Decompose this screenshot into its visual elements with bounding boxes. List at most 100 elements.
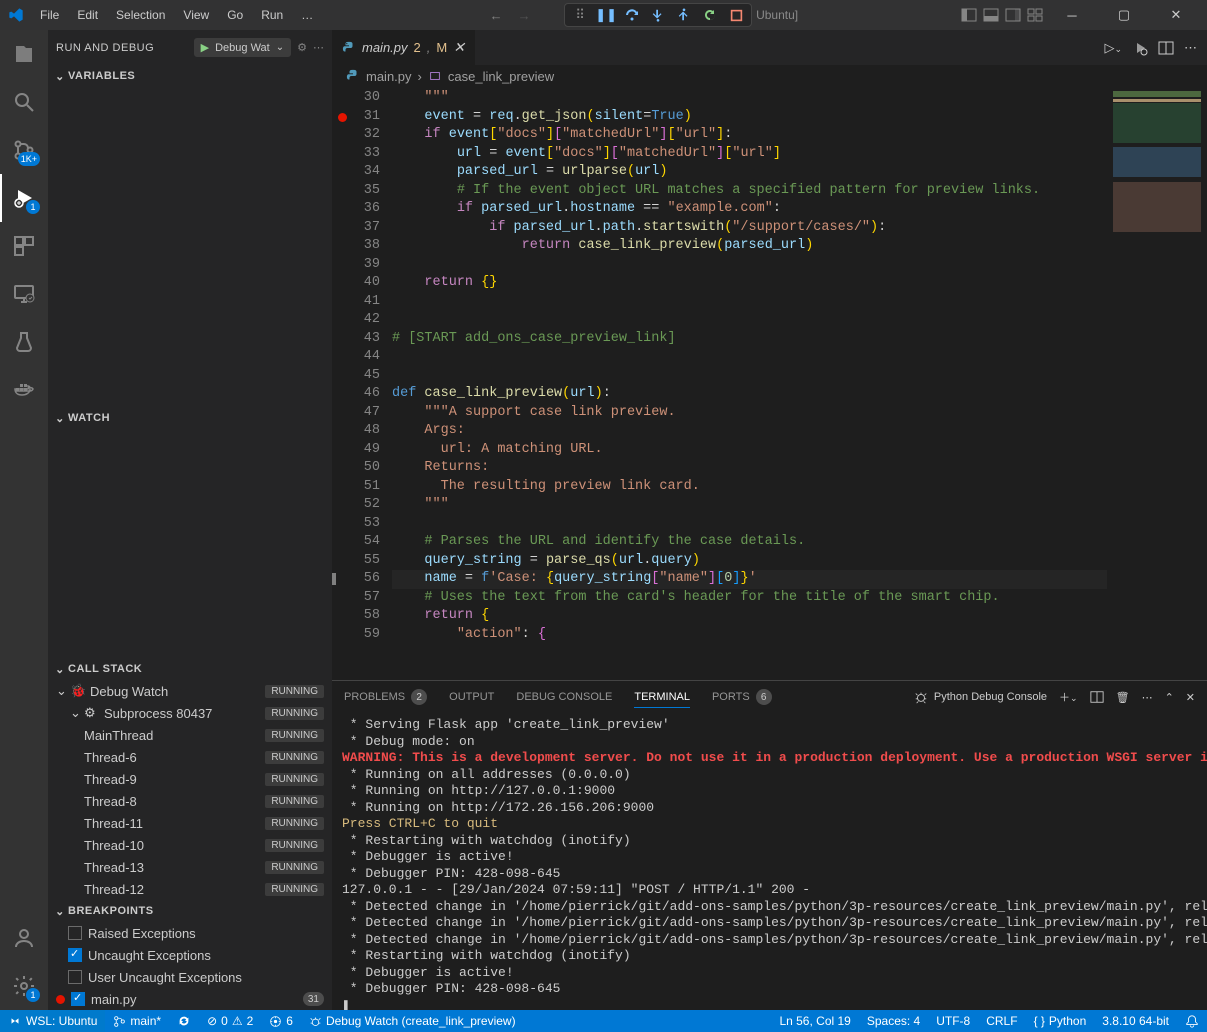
settings-badge: 1 [26,988,40,1002]
tab-modified-status: M [436,40,447,55]
callstack-row[interactable]: Thread-13RUNNING [48,856,332,878]
status-spaces[interactable]: Spaces: 4 [859,1014,928,1028]
debug-stepover-button[interactable] [623,6,641,24]
debug-stepout-button[interactable] [675,6,693,24]
debug-config-label: Debug Wat [215,42,270,54]
layout-customize-icon[interactable] [1027,7,1043,23]
panel-close-button[interactable]: ✕ [1186,691,1195,704]
layout-panel-bottom-icon[interactable] [983,7,999,23]
status-sync[interactable] [169,1010,199,1032]
symbol-method-icon [428,69,442,83]
panel-tab-output[interactable]: OUTPUT [449,687,494,707]
menu-go[interactable]: Go [219,4,251,26]
chevron-down-icon: ⌄ [276,42,284,53]
breakpoint-option[interactable]: Uncaught Exceptions [48,944,332,966]
debug-stop-button[interactable] [727,6,745,24]
activity-explorer[interactable] [0,30,48,78]
callstack-row[interactable]: ⌄⚙Subprocess 80437RUNNING [48,702,332,724]
activity-remote-explorer[interactable] [0,270,48,318]
debug-drag-handle-icon[interactable]: ⠿ [571,6,589,24]
status-encoding[interactable]: UTF-8 [928,1014,978,1028]
panel-maximize-button[interactable]: ⌃ [1165,691,1174,704]
gear-icon[interactable]: ⚙ [297,41,307,54]
debug-pause-button[interactable]: ❚❚ [597,6,615,24]
status-notifications[interactable] [1177,1014,1207,1028]
titlebar: File Edit Selection View Go Run … ← → ⠿ … [0,0,1207,30]
activity-source-control[interactable]: 1K+ [0,126,48,174]
callstack-row[interactable]: Thread-8RUNNING [48,790,332,812]
menu-edit[interactable]: Edit [69,4,106,26]
menu-file[interactable]: File [32,4,67,26]
tab-close-button[interactable]: ✕ [453,39,465,56]
section-callstack[interactable]: ⌄CALL STACK [48,658,332,680]
debug-restart-button[interactable] [701,6,719,24]
split-terminal-icon[interactable] [1090,690,1104,704]
nav-back-button[interactable]: ← [484,4,508,26]
debug-stepinto-button[interactable] [649,6,667,24]
panel-more-icon[interactable]: ⋯ [1142,691,1153,704]
minimap[interactable] [1107,87,1207,680]
menu-view[interactable]: View [175,4,217,26]
editor-more-icon[interactable]: ⋯ [1184,40,1197,56]
panel-tab-debugconsole[interactable]: DEBUG CONSOLE [516,687,612,707]
activity-accounts[interactable] [0,914,48,962]
editor-tabbar: main.py 2, M ✕ ▷⌄ ⋯ [332,30,1207,65]
activity-settings[interactable]: 1 [0,962,48,1010]
menu-run[interactable]: Run [253,4,291,26]
status-branch[interactable]: main* [105,1010,169,1032]
more-icon[interactable]: ⋯ [313,41,324,54]
panel-tab-terminal[interactable]: TERMINAL [634,687,690,708]
window-close-button[interactable]: ✕ [1153,0,1199,30]
window-maximize-button[interactable]: ▢ [1101,0,1147,30]
split-editor-icon[interactable] [1158,40,1174,56]
run-file-button[interactable]: ▷⌄ [1104,40,1122,56]
callstack-row[interactable]: Thread-9RUNNING [48,768,332,790]
status-problems[interactable]: ⊘0⚠2 [199,1010,261,1032]
vscode-logo-icon [8,7,24,23]
panel-tab-ports[interactable]: PORTS6 [712,685,772,709]
menu-bar: File Edit Selection View Go Run … [32,4,321,26]
menu-selection[interactable]: Selection [108,4,173,26]
status-cursor-position[interactable]: Ln 56, Col 19 [771,1014,858,1028]
section-variables[interactable]: ⌄VARIABLES [48,65,332,87]
window-minimize-button[interactable]: ─ [1049,0,1095,30]
status-interpreter[interactable]: 3.8.10 64-bit [1094,1014,1177,1028]
panel-tab-problems[interactable]: PROBLEMS2 [344,685,427,709]
breakpoint-file[interactable]: main.py31 [48,988,332,1010]
menu-more[interactable]: … [293,4,321,26]
kill-terminal-button[interactable]: 🗑 [1116,691,1130,704]
status-eol[interactable]: CRLF [978,1014,1025,1028]
callstack-row[interactable]: Thread-6RUNNING [48,746,332,768]
terminal-new-button[interactable]: ＋⌄ [1059,689,1078,705]
callstack-row[interactable]: Thread-11RUNNING [48,812,332,834]
activity-run-debug[interactable]: 1 [0,174,48,222]
activity-search[interactable] [0,78,48,126]
layout-panel-left-icon[interactable] [961,7,977,23]
status-remote[interactable]: WSL: Ubuntu [0,1010,105,1032]
breakpoint-option[interactable]: User Uncaught Exceptions [48,966,332,988]
activity-testing[interactable] [0,318,48,366]
status-ports[interactable]: 6 [261,1010,301,1032]
section-breakpoints[interactable]: ⌄BREAKPOINTS [48,900,332,922]
callstack-row[interactable]: MainThreadRUNNING [48,724,332,746]
terminal-output[interactable]: * Serving Flask app 'create_link_preview… [332,713,1207,1010]
activity-docker[interactable] [0,366,48,414]
callstack-row[interactable]: Thread-12RUNNING [48,878,332,900]
nav-forward-button[interactable]: → [512,4,536,26]
breakpoint-option[interactable]: Raised Exceptions [48,922,332,944]
callstack-row[interactable]: ⌄🐞Debug WatchRUNNING [48,680,332,702]
callstack-row[interactable]: Thread-10RUNNING [48,834,332,856]
terminal-profile-selector[interactable]: Python Debug Console [914,690,1047,704]
debug-rerun-icon[interactable] [1132,40,1148,56]
activity-extensions[interactable] [0,222,48,270]
status-language[interactable]: { }Python [1026,1014,1095,1028]
editor[interactable]: 3031323334353637383940414243444546474849… [332,87,1207,680]
status-debug-session[interactable]: Debug Watch (create_link_preview) [301,1010,524,1032]
sidebar: RUN AND DEBUG ▶ Debug Wat ⌄ ⚙ ⋯ ⌄VARIABL… [48,30,332,1010]
tab-filename: main.py [362,40,408,55]
breadcrumb[interactable]: main.py › case_link_preview [332,65,1207,87]
tab-main-py[interactable]: main.py 2, M ✕ [332,30,476,65]
debug-config-selector[interactable]: ▶ Debug Wat ⌄ [194,38,291,57]
layout-panel-right-icon[interactable] [1005,7,1021,23]
section-watch[interactable]: ⌄WATCH [48,407,332,429]
